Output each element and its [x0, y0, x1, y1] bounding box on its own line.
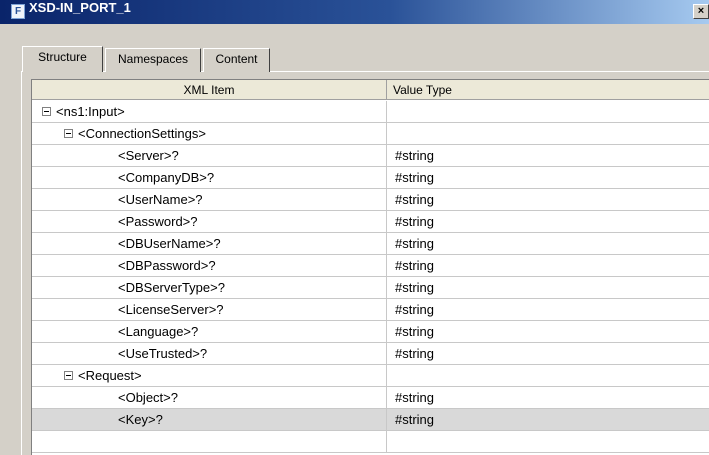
- xml-item-label: <ns1:Input>: [56, 104, 125, 119]
- table-row[interactable]: <DBServerType>? #string: [32, 277, 709, 299]
- table-row[interactable]: <UseTrusted>? #string: [32, 343, 709, 365]
- value-type-cell[interactable]: [387, 123, 709, 145]
- value-type-cell[interactable]: [387, 101, 709, 123]
- xml-item-label: <Password>?: [118, 214, 198, 229]
- collapse-toggle-icon[interactable]: [64, 129, 73, 138]
- table-row[interactable]: <ConnectionSettings>: [32, 123, 709, 145]
- table-row[interactable]: <CompanyDB>? #string: [32, 167, 709, 189]
- xml-item-label: <Language>?: [118, 324, 199, 339]
- table-row[interactable]: <ns1:Input>: [32, 101, 709, 123]
- tab-structure[interactable]: Structure: [22, 46, 103, 72]
- column-header-value-type[interactable]: Value Type: [387, 80, 709, 100]
- collapse-toggle-icon[interactable]: [64, 371, 73, 380]
- table-row[interactable]: <Request>: [32, 365, 709, 387]
- close-button[interactable]: ×: [693, 4, 709, 19]
- value-type-cell[interactable]: #string: [387, 211, 709, 233]
- xml-item-label: <UserName>?: [118, 192, 203, 207]
- xml-item-cell[interactable]: [32, 431, 387, 453]
- xml-item-cell[interactable]: <CompanyDB>?: [32, 167, 387, 189]
- value-type-cell[interactable]: #string: [387, 387, 709, 409]
- xml-item-cell[interactable]: <LicenseServer>?: [32, 299, 387, 321]
- value-type-cell[interactable]: #string: [387, 409, 709, 431]
- value-type-cell[interactable]: #string: [387, 343, 709, 365]
- table-row[interactable]: <Key>? #string: [32, 409, 709, 431]
- value-type-cell[interactable]: [387, 431, 709, 453]
- value-type-cell[interactable]: #string: [387, 233, 709, 255]
- value-type-cell[interactable]: #string: [387, 145, 709, 167]
- table-row[interactable]: <Language>? #string: [32, 321, 709, 343]
- xml-item-cell[interactable]: <ConnectionSettings>: [32, 123, 387, 145]
- xml-item-cell[interactable]: <Object>?: [32, 387, 387, 409]
- xml-item-label: <DBUserName>?: [118, 236, 221, 251]
- value-type-cell[interactable]: #string: [387, 299, 709, 321]
- tab-namespaces[interactable]: Namespaces: [105, 48, 201, 72]
- xml-item-label: <CompanyDB>?: [118, 170, 215, 185]
- tab-content[interactable]: Content: [203, 48, 270, 72]
- value-type-cell[interactable]: #string: [387, 189, 709, 211]
- value-type-cell[interactable]: [387, 365, 709, 387]
- table-row[interactable]: <Server>? #string: [32, 145, 709, 167]
- xml-item-cell[interactable]: <DBPassword>?: [32, 255, 387, 277]
- xml-item-cell[interactable]: <Request>: [32, 365, 387, 387]
- app-icon: F: [11, 4, 25, 19]
- table-row[interactable]: <DBUserName>? #string: [32, 233, 709, 255]
- xml-item-label: <ConnectionSettings>: [78, 126, 206, 141]
- table-row[interactable]: <Password>? #string: [32, 211, 709, 233]
- value-type-cell[interactable]: #string: [387, 277, 709, 299]
- value-type-cell[interactable]: #string: [387, 321, 709, 343]
- table-row[interactable]: <Object>? #string: [32, 387, 709, 409]
- table-row[interactable]: <LicenseServer>? #string: [32, 299, 709, 321]
- title-bar: F XSD-IN_PORT_1 ×: [0, 0, 709, 24]
- table-row[interactable]: <UserName>? #string: [32, 189, 709, 211]
- xml-item-cell[interactable]: <Language>?: [32, 321, 387, 343]
- xml-item-cell[interactable]: <Password>?: [32, 211, 387, 233]
- xml-item-label: <Object>?: [118, 390, 178, 405]
- xml-item-label: <Key>?: [118, 412, 163, 427]
- table-row[interactable]: <DBPassword>? #string: [32, 255, 709, 277]
- xml-item-cell[interactable]: <UserName>?: [32, 189, 387, 211]
- table-row[interactable]: [32, 431, 709, 453]
- xml-item-label: <UseTrusted>?: [118, 346, 208, 361]
- window-title: XSD-IN_PORT_1: [29, 0, 131, 15]
- xml-item-cell[interactable]: <ns1:Input>: [32, 101, 387, 123]
- column-header-xml-item[interactable]: XML Item: [32, 80, 387, 100]
- value-type-cell[interactable]: #string: [387, 255, 709, 277]
- xml-item-label: <Server>?: [118, 148, 179, 163]
- xml-item-cell[interactable]: <Key>?: [32, 409, 387, 431]
- xml-item-cell[interactable]: <DBUserName>?: [32, 233, 387, 255]
- xml-item-cell[interactable]: <UseTrusted>?: [32, 343, 387, 365]
- xml-item-cell[interactable]: <DBServerType>?: [32, 277, 387, 299]
- value-type-cell[interactable]: #string: [387, 167, 709, 189]
- xml-item-label: <LicenseServer>?: [118, 302, 224, 317]
- xml-item-label: <DBServerType>?: [118, 280, 225, 295]
- xml-item-cell[interactable]: <Server>?: [32, 145, 387, 167]
- collapse-toggle-icon[interactable]: [42, 107, 51, 116]
- xml-item-label: <DBPassword>?: [118, 258, 216, 273]
- xml-item-label: <Request>: [78, 368, 142, 383]
- xml-structure-grid[interactable]: XML Item Value Type <ns1:Input> <Connecti…: [31, 79, 709, 455]
